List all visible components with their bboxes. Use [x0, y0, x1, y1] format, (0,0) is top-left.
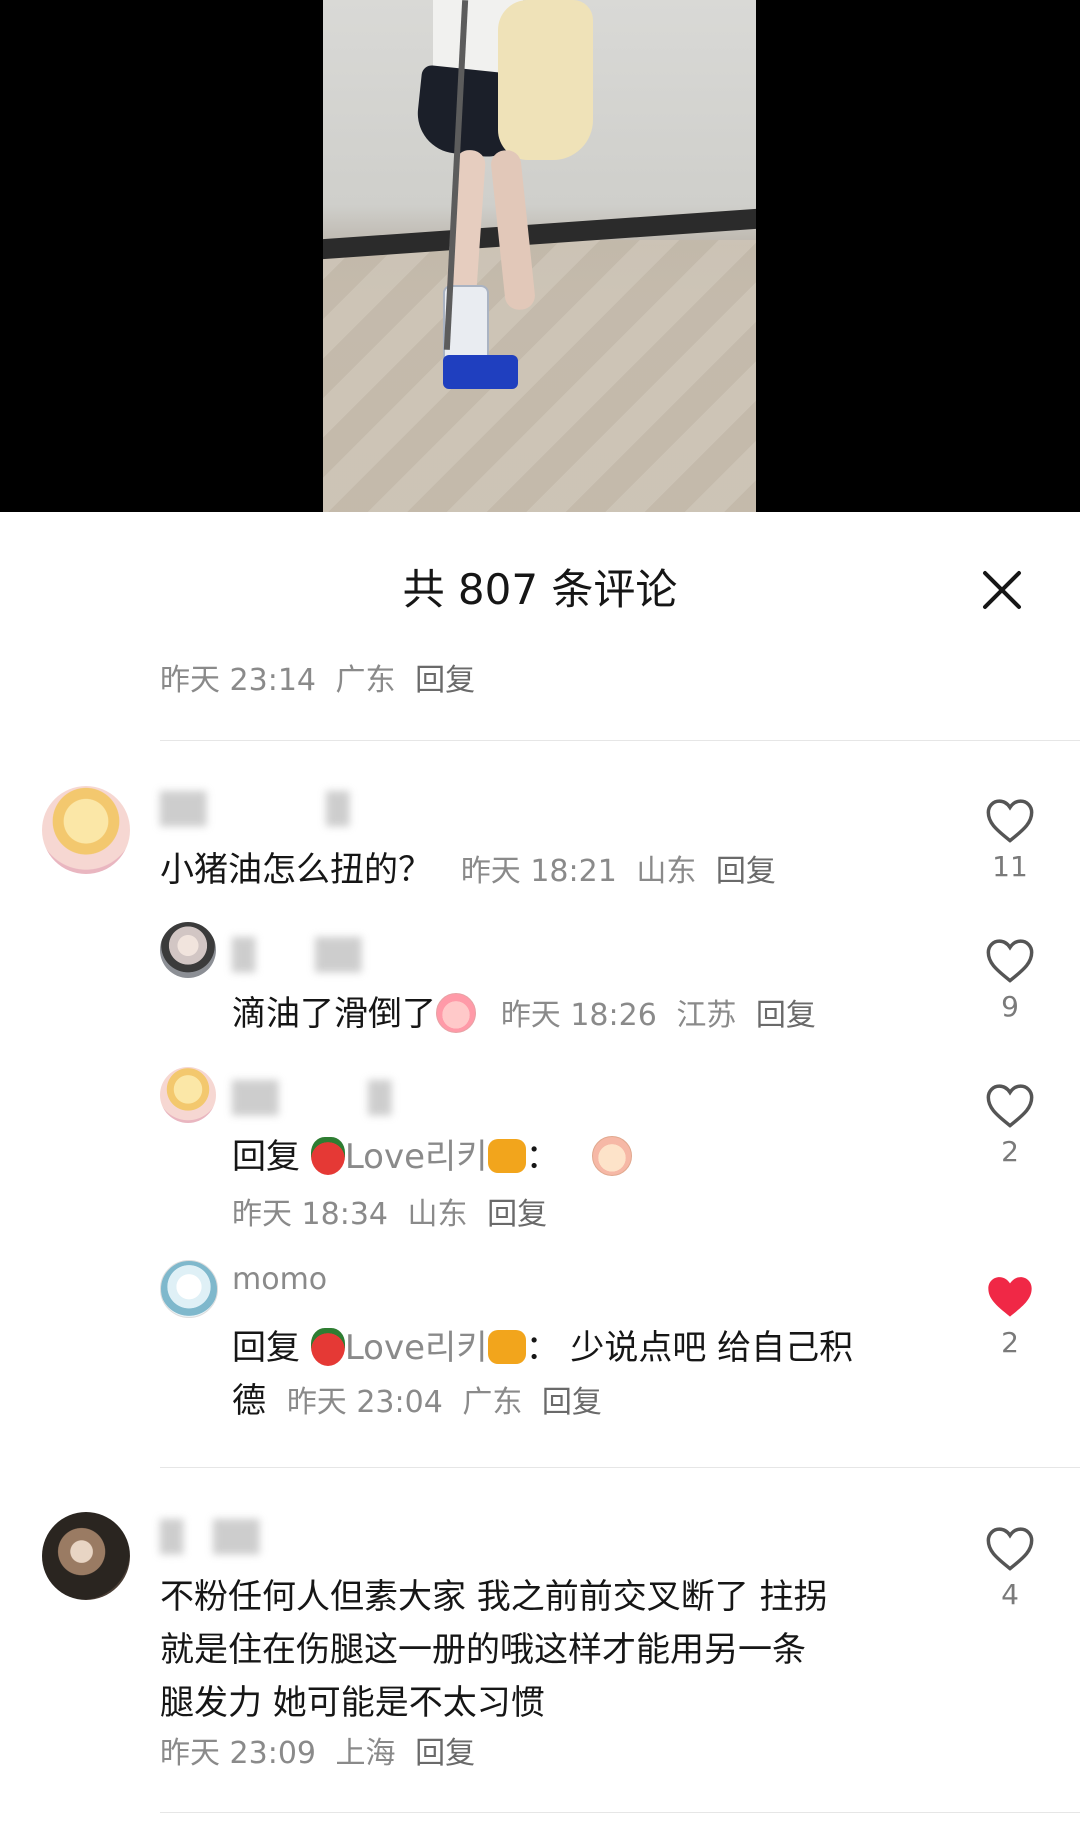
comment-text: 腿发力 她可能是不太习惯 — [160, 1683, 545, 1723]
reply-button[interactable]: 回复 — [487, 1197, 547, 1232]
username-blurred[interactable]: ██ █ — [232, 1073, 391, 1117]
comment-meta: 昨天 18:34 山东 回复 — [232, 1189, 547, 1233]
comment-body: 滴油了滑倒了 — [232, 994, 436, 1034]
comment-meta: 昨天 23:09 上海 回复 — [160, 1728, 475, 1772]
comment-time: 昨天 23:04 — [286, 1385, 443, 1420]
reply-text: 回复 Love리키 ： 少说点吧 给自己积 — [232, 1321, 853, 1375]
username-blurred[interactable]: █ ██ — [232, 930, 361, 974]
comment-time: 昨天 18:34 — [232, 1197, 388, 1232]
floor — [323, 240, 756, 512]
comment-location: 广东 — [335, 663, 396, 698]
reply-prefix: 回复 — [232, 1137, 300, 1177]
heart-filled-icon — [988, 1277, 1032, 1317]
comment-count-title: 共 807 条评论 — [402, 565, 678, 614]
like-button[interactable]: 4 — [980, 1524, 1040, 1611]
heart-icon — [986, 1527, 1034, 1571]
username-blurred[interactable]: ██ █ — [160, 784, 349, 828]
like-button[interactable]: 9 — [980, 936, 1040, 1023]
divider — [160, 1812, 1080, 1813]
comment-body: 德 — [232, 1381, 266, 1421]
video-player[interactable] — [0, 0, 1080, 512]
like-count: 11 — [992, 850, 1028, 883]
comment-body: ： — [525, 1137, 560, 1177]
comment-text: 不粉任何人但素大家 我之前前交叉断了 拄拐 — [160, 1577, 828, 1617]
comment-text: 就是住在伤腿这一册的哦这样才能用另一条 — [160, 1630, 806, 1670]
username-blurred[interactable]: █ ██ — [160, 1512, 259, 1556]
comment-location: 山东 — [636, 854, 697, 889]
cat-emoji-icon — [487, 1329, 526, 1364]
comment-location: 上海 — [335, 1736, 396, 1771]
mention-username[interactable]: Love리키 — [345, 1328, 488, 1368]
like-count: 2 — [1001, 1326, 1019, 1359]
strawberry-icon — [310, 1136, 345, 1175]
heart-icon — [986, 799, 1034, 843]
close-icon[interactable] — [972, 560, 1032, 620]
mention-username[interactable]: Love리키 — [345, 1137, 488, 1177]
comment-location: 广东 — [462, 1385, 523, 1420]
username[interactable]: momo — [232, 1262, 327, 1297]
like-count: 9 — [1001, 990, 1019, 1023]
like-button[interactable]: 2 — [980, 1081, 1040, 1168]
crying-emoji-icon — [592, 1135, 633, 1176]
avatar[interactable] — [42, 786, 130, 874]
walking-boot — [443, 355, 518, 389]
reply-button[interactable]: 回复 — [415, 1736, 475, 1771]
reply-text: 回复 Love리키 ： — [232, 1130, 633, 1184]
avatar[interactable] — [160, 922, 216, 978]
comment-location: 山东 — [407, 1197, 468, 1232]
reply-button[interactable]: 回复 — [716, 854, 776, 889]
like-button[interactable]: 11 — [980, 796, 1040, 883]
reply-text: 滴油了滑倒了 昨天 18:26 江苏 回复 — [232, 987, 816, 1043]
avatar[interactable] — [160, 1260, 218, 1318]
cat-emoji-icon — [487, 1138, 526, 1173]
avatar[interactable] — [160, 1067, 216, 1123]
reply-button[interactable]: 回复 — [756, 998, 816, 1033]
comment-body: 小猪油怎么扭的？ — [160, 850, 432, 890]
reply-text-continued: 德 昨天 23:04 广东 回复 — [232, 1374, 602, 1430]
divider — [160, 1467, 1080, 1468]
avatar[interactable] — [42, 1512, 130, 1600]
reply-button[interactable]: 回复 — [415, 663, 475, 698]
comment-location: 江苏 — [676, 998, 737, 1033]
like-count: 4 — [1001, 1578, 1019, 1611]
comment-meta: 昨天 23:14 广东 回复 — [160, 655, 475, 699]
comment-body: ： 少说点吧 给自己积 — [525, 1328, 854, 1368]
like-count: 2 — [1001, 1135, 1019, 1168]
comment-time: 昨天 18:21 — [460, 854, 617, 889]
video-frame — [323, 0, 756, 512]
heart-icon — [986, 939, 1034, 983]
divider — [160, 740, 1080, 741]
strawberry-icon — [310, 1327, 345, 1366]
comment-text: 小猪油怎么扭的？ 昨天 18:21 山东 回复 — [160, 843, 776, 899]
reply-button[interactable]: 回复 — [542, 1385, 602, 1420]
comment-time: 昨天 23:09 — [160, 1736, 316, 1771]
like-button-active[interactable]: 2 — [980, 1272, 1040, 1359]
held-cloth — [498, 0, 593, 160]
comment-time: 昨天 23:14 — [160, 663, 316, 698]
reply-prefix: 回复 — [232, 1328, 300, 1368]
comment-time: 昨天 18:26 — [500, 998, 657, 1033]
heart-icon — [986, 1084, 1034, 1128]
pig-emoji-icon — [436, 992, 476, 1033]
